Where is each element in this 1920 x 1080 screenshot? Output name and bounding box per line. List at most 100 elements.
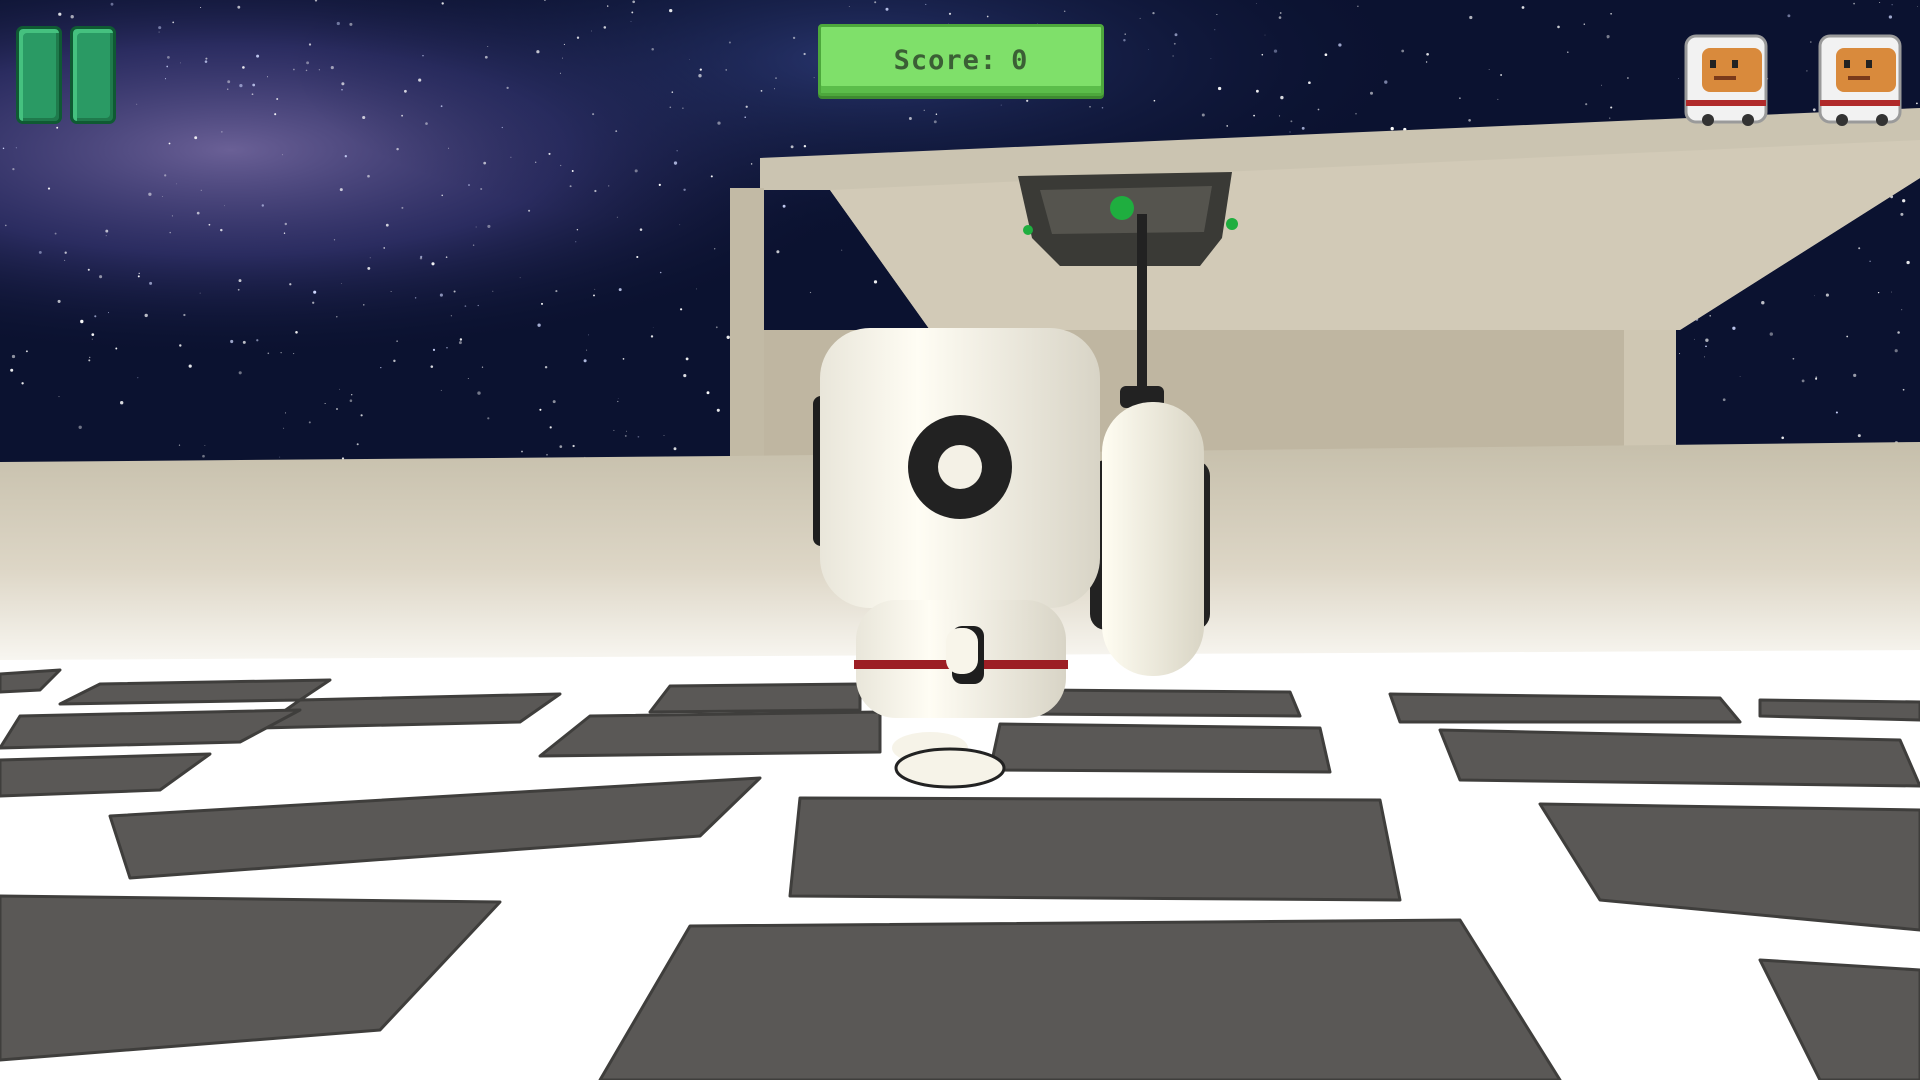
star <box>1869 260 1871 262</box>
star <box>576 36 580 39</box>
star <box>446 347 448 349</box>
star <box>349 399 353 402</box>
oxygen-tank <box>1102 402 1204 676</box>
star <box>1815 377 1818 380</box>
star <box>441 194 443 197</box>
star <box>548 152 551 155</box>
star <box>1290 120 1293 123</box>
star <box>284 222 288 226</box>
star <box>4 224 7 227</box>
star <box>107 312 110 314</box>
star <box>841 249 843 251</box>
star <box>696 288 698 290</box>
star <box>710 175 713 178</box>
station-pillar-left <box>730 188 764 478</box>
star <box>200 189 202 191</box>
star <box>251 93 254 96</box>
star <box>367 174 370 178</box>
star <box>1888 15 1893 19</box>
star <box>948 12 952 15</box>
star <box>1148 49 1149 50</box>
star <box>480 187 483 191</box>
star <box>237 5 241 9</box>
star <box>1853 2 1855 5</box>
star <box>220 228 223 232</box>
star <box>1890 291 1892 293</box>
star <box>1139 17 1141 19</box>
star <box>94 315 97 318</box>
star <box>537 323 541 327</box>
star <box>1500 74 1502 76</box>
star <box>161 196 163 198</box>
star <box>617 398 619 399</box>
star <box>803 144 807 148</box>
floor-tile <box>538 710 882 758</box>
star <box>200 6 202 9</box>
star <box>776 250 780 254</box>
star <box>2 147 5 150</box>
star <box>120 401 124 405</box>
star <box>238 279 242 283</box>
star <box>242 66 245 69</box>
star <box>487 417 490 420</box>
star <box>1610 12 1612 15</box>
star <box>483 161 487 165</box>
star <box>1201 113 1205 117</box>
star <box>339 188 343 192</box>
pause-button[interactable] <box>16 26 120 126</box>
star <box>475 226 477 228</box>
star <box>418 78 422 82</box>
star <box>396 340 398 342</box>
star <box>760 90 763 92</box>
star <box>385 223 389 227</box>
star <box>1557 25 1560 29</box>
star <box>280 352 282 354</box>
star <box>1357 5 1359 7</box>
star <box>1705 338 1709 342</box>
star <box>685 357 689 361</box>
star <box>1606 35 1610 39</box>
star <box>105 235 107 237</box>
star <box>105 229 109 233</box>
star <box>1469 15 1473 20</box>
floor-tile <box>258 692 562 730</box>
star <box>1585 103 1588 106</box>
star <box>1732 326 1736 330</box>
star <box>274 113 277 116</box>
star <box>138 272 140 275</box>
star <box>593 294 595 297</box>
star <box>1425 61 1428 63</box>
star <box>164 174 167 177</box>
astronaut-tail <box>946 628 978 674</box>
star <box>1253 114 1255 117</box>
star <box>281 154 283 156</box>
star <box>1916 102 1918 105</box>
star <box>506 86 509 90</box>
star <box>136 103 138 105</box>
star <box>1902 199 1906 203</box>
star <box>204 60 208 63</box>
star <box>594 288 596 290</box>
star <box>714 248 716 250</box>
star <box>431 262 435 266</box>
star <box>458 341 462 345</box>
star <box>617 400 619 403</box>
star <box>137 275 140 278</box>
star <box>383 247 385 249</box>
star <box>669 8 673 13</box>
star <box>393 359 396 363</box>
star <box>586 349 588 351</box>
star <box>242 340 246 344</box>
antenna-pole <box>1137 214 1147 400</box>
star <box>267 76 268 78</box>
star <box>484 55 488 59</box>
star <box>492 290 494 292</box>
star <box>1879 1 1881 3</box>
star <box>283 427 285 429</box>
star <box>1459 97 1461 99</box>
star <box>1769 332 1773 336</box>
star <box>572 444 575 448</box>
star <box>305 69 308 72</box>
star <box>1289 131 1291 133</box>
star <box>744 116 746 119</box>
